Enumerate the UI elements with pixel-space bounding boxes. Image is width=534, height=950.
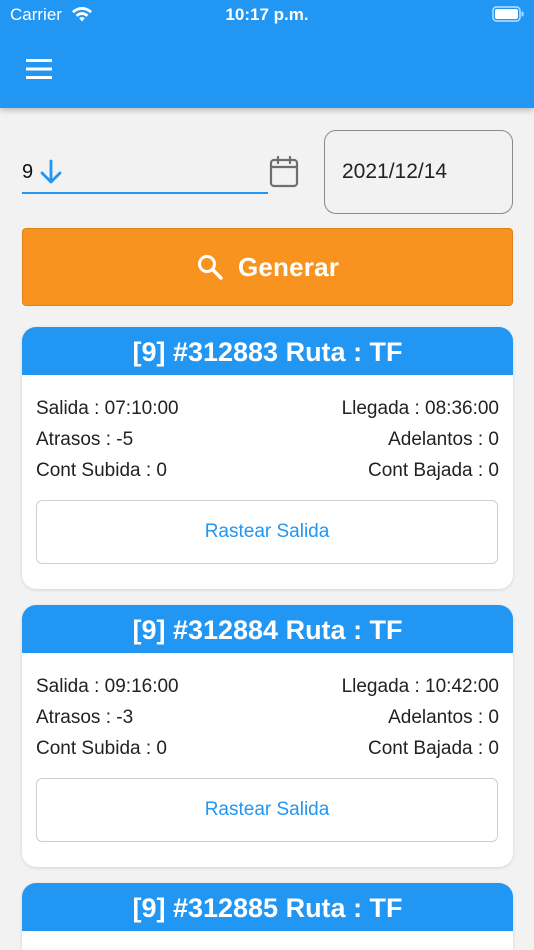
trip-counts-row: Cont Subida : 0 Cont Bajada : 0 [36, 460, 499, 484]
trip-delays-row: Atrasos : -3 Adelantos : 0 [36, 707, 499, 731]
trip-counts-row: Cont Subida : 0 Cont Bajada : 0 [36, 738, 499, 762]
status-time: 10:17 p.m. [225, 5, 309, 24]
trip-times-row: Salida : 07:10:00 Llegada : 08:36:00 [36, 398, 499, 422]
route-value: 9 [22, 161, 34, 183]
trip-delays-row: Atrasos : -5 Adelantos : 0 [36, 429, 499, 453]
app-bar: Carrier 10:17 p.m. [0, 0, 534, 108]
boarding-count: Cont Subida : 0 [36, 460, 167, 481]
trip-card: [9] #312885 Ruta : TF [22, 883, 513, 950]
trip-card-title: [9] #312884 Ruta : TF [22, 605, 513, 653]
arrival-time: Llegada : 08:36:00 [341, 398, 499, 419]
advances-value: Adelantos : 0 [388, 707, 499, 728]
trip-card: [9] #312884 Ruta : TF Salida : 09:16:00 … [22, 605, 513, 867]
generate-button-label: Generar [237, 251, 340, 282]
boarding-count: Cont Subida : 0 [36, 738, 167, 759]
battery-icon [492, 6, 524, 22]
trip-times-row: Salida : 09:16:00 Llegada : 10:42:00 [36, 676, 499, 700]
trip-card: [9] #312883 Ruta : TF Salida : 07:10:00 … [22, 327, 513, 589]
status-bar: Carrier 10:17 p.m. [0, 0, 534, 30]
trip-card-title: [9] #312885 Ruta : TF [22, 883, 513, 931]
departure-time: Salida : 09:16:00 [36, 676, 179, 697]
hamburger-menu-icon[interactable] [24, 56, 56, 82]
track-departure-button[interactable]: Rastear Salida [36, 500, 498, 564]
track-departure-button[interactable]: Rastear Salida [36, 778, 498, 842]
route-input[interactable]: 9 [22, 150, 268, 194]
delays-value: Atrasos : -3 [36, 707, 134, 728]
alighting-count: Cont Bajada : 0 [368, 460, 499, 481]
search-icon [197, 255, 223, 280]
calendar-icon[interactable] [268, 155, 300, 189]
alighting-count: Cont Bajada : 0 [368, 738, 499, 759]
delays-value: Atrasos : -5 [36, 429, 134, 450]
arrow-down-icon [40, 159, 62, 184]
arrival-time: Llegada : 10:42:00 [341, 676, 499, 697]
departure-time: Salida : 07:10:00 [36, 398, 179, 419]
trip-card-title: [9] #312883 Ruta : TF [22, 327, 513, 375]
date-field[interactable]: 2021/12/14 [324, 130, 513, 214]
generate-button[interactable]: Generar [22, 228, 513, 306]
advances-value: Adelantos : 0 [388, 429, 499, 450]
date-value: 2021/12/14 [342, 160, 448, 183]
